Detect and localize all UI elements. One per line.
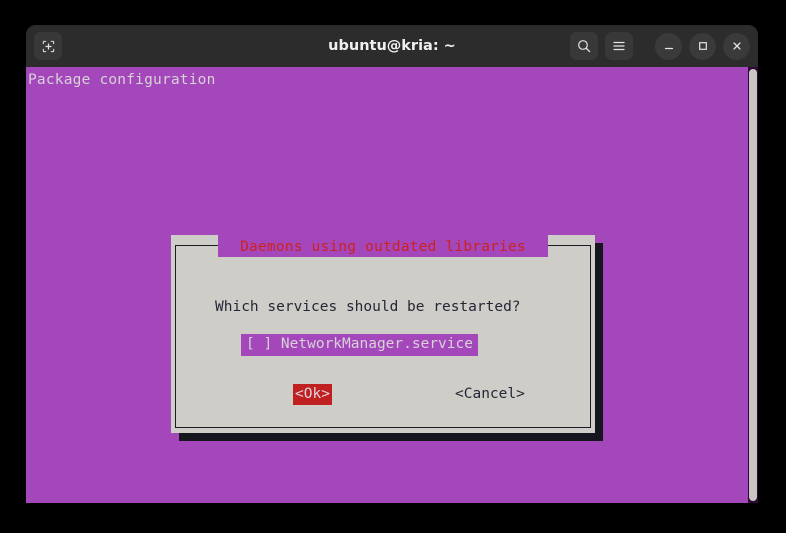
minimize-button[interactable] — [655, 32, 682, 60]
service-checkbox-item[interactable]: [ ] NetworkManager.service — [241, 334, 478, 356]
hamburger-menu-icon — [611, 38, 627, 54]
close-button[interactable] — [723, 32, 750, 60]
close-icon — [730, 39, 744, 53]
maximize-button[interactable] — [689, 32, 716, 60]
dialog-question: Which services should be restarted? — [215, 299, 521, 315]
whiptail-dialog: Daemons using outdated libraries Which s… — [171, 235, 595, 433]
titlebar-right-controls — [570, 32, 750, 60]
terminal-window: ubuntu@kria: ~ Package configuration Dae… — [26, 25, 758, 503]
screen: ubuntu@kria: ~ Package configuration Dae… — [0, 0, 786, 533]
new-tab-icon — [41, 39, 56, 54]
new-tab-button[interactable] — [34, 32, 62, 60]
maximize-icon — [696, 39, 710, 53]
dialog-button-row: <Ok> <Cancel> — [171, 384, 595, 406]
terminal-scrollbar-thumb[interactable] — [749, 69, 757, 501]
search-button[interactable] — [570, 32, 598, 60]
terminal-body[interactable]: Package configuration Daemons using outd… — [26, 67, 758, 503]
dialog-title: Daemons using outdated libraries — [240, 239, 526, 255]
cancel-button[interactable]: <Cancel> — [453, 384, 527, 405]
ok-button[interactable]: <Ok> — [293, 384, 332, 405]
package-configuration-header: Package configuration — [28, 72, 216, 88]
window-titlebar: ubuntu@kria: ~ — [26, 25, 758, 67]
titlebar-left-controls — [34, 32, 62, 60]
menu-button[interactable] — [605, 32, 633, 60]
terminal-scrollbar-track[interactable] — [748, 67, 758, 503]
dialog-titlebar: Daemons using outdated libraries — [171, 235, 595, 257]
search-icon — [576, 38, 592, 54]
minimize-icon — [662, 39, 676, 53]
